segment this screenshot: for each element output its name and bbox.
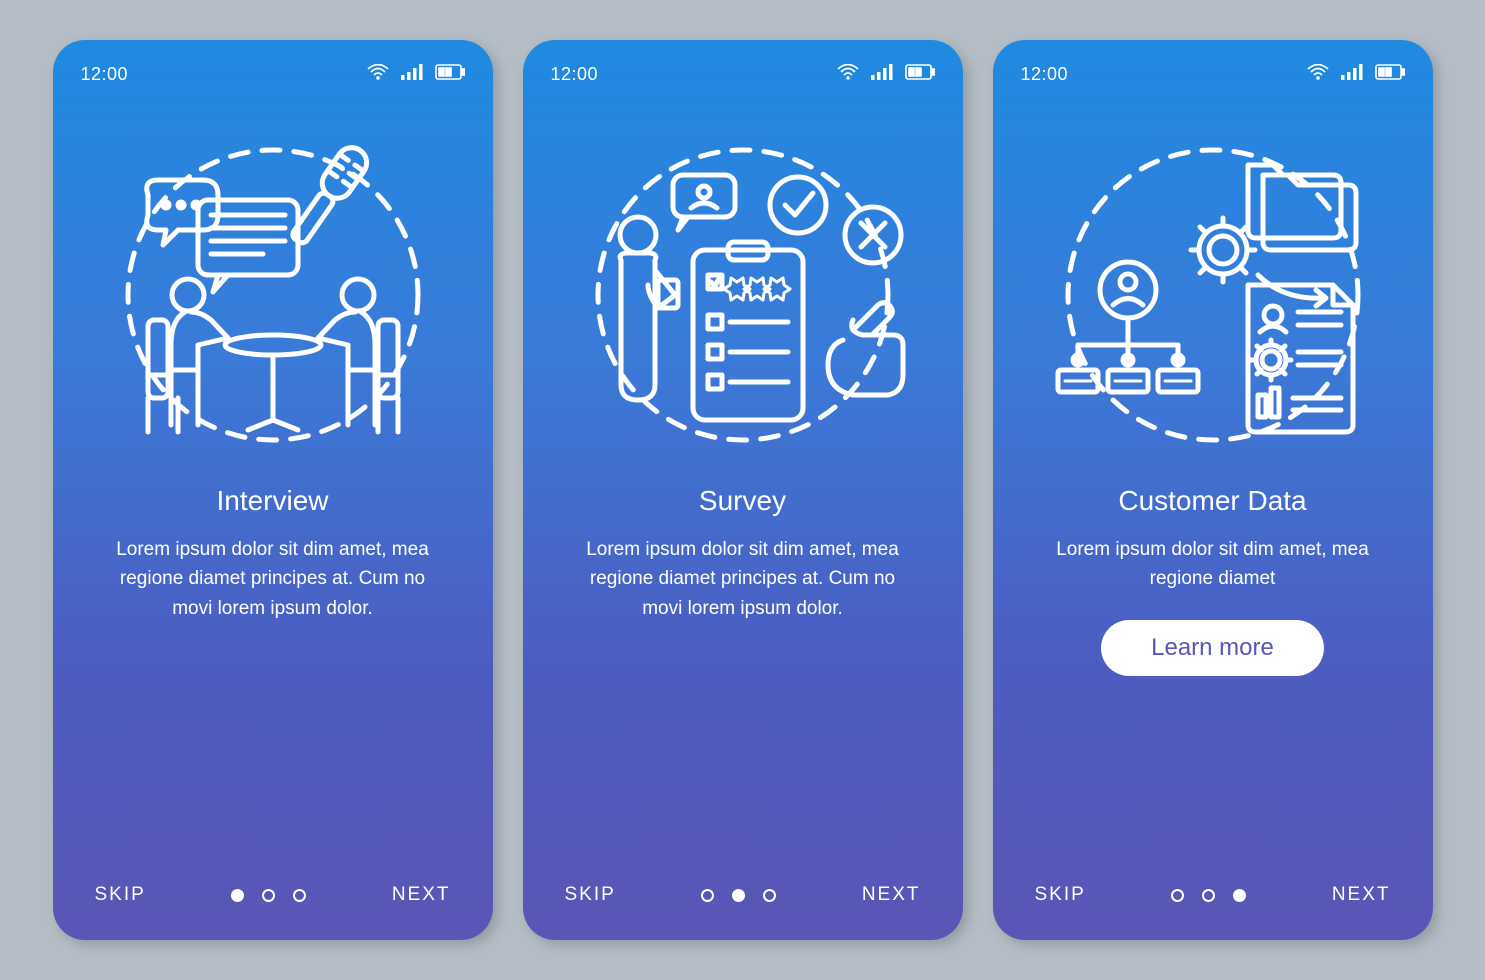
screen-title: Survey xyxy=(551,485,935,517)
screen-body: Lorem ipsum dolor sit dim amet, mea regi… xyxy=(551,535,935,623)
dot-2[interactable] xyxy=(1202,889,1215,902)
status-bar: 12:00 xyxy=(551,64,935,85)
screen-body: Lorem ipsum dolor sit dim amet, mea regi… xyxy=(81,535,465,623)
bottom-nav: SKIP NEXT xyxy=(523,884,963,906)
wifi-icon xyxy=(837,64,859,85)
onboarding-screen-survey: 12:00 xyxy=(523,40,963,940)
dot-3[interactable] xyxy=(1233,889,1246,902)
next-button[interactable]: NEXT xyxy=(1332,884,1391,906)
wifi-icon xyxy=(1307,64,1329,85)
status-bar: 12:00 xyxy=(81,64,465,85)
signal-icon xyxy=(401,64,423,85)
next-button[interactable]: NEXT xyxy=(862,884,921,906)
dot-3[interactable] xyxy=(763,889,776,902)
dot-2[interactable] xyxy=(732,889,745,902)
battery-icon xyxy=(435,64,465,85)
wifi-icon xyxy=(367,64,389,85)
customer-data-illustration-icon xyxy=(1021,95,1405,485)
status-icons xyxy=(367,64,465,85)
page-dots xyxy=(231,889,306,902)
skip-button[interactable]: SKIP xyxy=(565,884,616,906)
battery-icon xyxy=(905,64,935,85)
dot-1[interactable] xyxy=(231,889,244,902)
screen-body: Lorem ipsum dolor sit dim amet, mea regi… xyxy=(1021,535,1405,594)
status-time: 12:00 xyxy=(551,64,599,85)
next-button[interactable]: NEXT xyxy=(392,884,451,906)
onboarding-screen-interview: 12:00 xyxy=(53,40,493,940)
status-icons xyxy=(837,64,935,85)
status-icons xyxy=(1307,64,1405,85)
screen-title: Customer Data xyxy=(1021,485,1405,517)
skip-button[interactable]: SKIP xyxy=(1035,884,1086,906)
bottom-nav: SKIP NEXT xyxy=(993,884,1433,906)
onboarding-screen-customer-data: 12:00 xyxy=(993,40,1433,940)
status-time: 12:00 xyxy=(1021,64,1069,85)
dot-2[interactable] xyxy=(262,889,275,902)
signal-icon xyxy=(1341,64,1363,85)
survey-illustration-icon xyxy=(551,95,935,485)
status-time: 12:00 xyxy=(81,64,129,85)
interview-illustration-icon xyxy=(81,95,465,485)
screen-title: Interview xyxy=(81,485,465,517)
dot-1[interactable] xyxy=(1171,889,1184,902)
learn-more-button[interactable]: Learn more xyxy=(1101,620,1324,676)
dot-3[interactable] xyxy=(293,889,306,902)
battery-icon xyxy=(1375,64,1405,85)
signal-icon xyxy=(871,64,893,85)
status-bar: 12:00 xyxy=(1021,64,1405,85)
page-dots xyxy=(1171,889,1246,902)
dot-1[interactable] xyxy=(701,889,714,902)
skip-button[interactable]: SKIP xyxy=(95,884,146,906)
page-dots xyxy=(701,889,776,902)
bottom-nav: SKIP NEXT xyxy=(53,884,493,906)
